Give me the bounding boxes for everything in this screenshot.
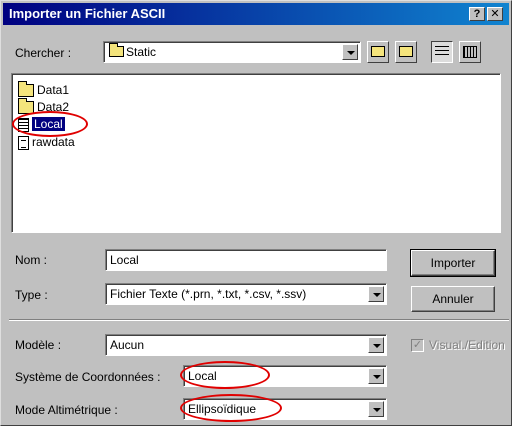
import-button[interactable]: Importer (410, 249, 496, 277)
new-folder-icon (399, 46, 413, 57)
list-item[interactable]: rawdata (18, 134, 75, 150)
coord-system-value: Local (188, 369, 217, 383)
file-name: Local (32, 117, 65, 131)
chevron-down-icon[interactable] (342, 44, 358, 60)
filetype-label: Type : (15, 288, 48, 302)
coord-system-label: Système de Coordonnées : (15, 370, 161, 384)
altimetric-dropdown[interactable]: Ellipsoïdique (183, 398, 387, 420)
up-folder-icon (371, 46, 385, 57)
import-ascii-dialog: Importer un Fichier ASCII ? ✕ Chercher :… (0, 0, 512, 426)
chevron-down-icon[interactable] (368, 337, 384, 353)
lookin-value: Static (126, 45, 157, 59)
text-file-icon (18, 135, 29, 150)
cancel-button[interactable]: Annuler (411, 286, 495, 312)
folder-icon (18, 81, 34, 98)
model-dropdown[interactable]: Aucun (105, 334, 387, 356)
divider (9, 319, 509, 321)
lookin-label: Chercher : (15, 46, 72, 60)
file-name: Data2 (37, 100, 70, 114)
visual-edition-label: Visual./Edition (429, 338, 505, 352)
model-value: Aucun (110, 338, 145, 352)
altimetric-label: Mode Altimétrique : (15, 403, 118, 417)
file-list[interactable]: Data1 Data2 Local rawdata (11, 73, 501, 233)
close-button[interactable]: ✕ (487, 7, 503, 21)
folder-icon (18, 98, 34, 115)
model-label: Modèle : (15, 338, 62, 352)
file-name: rawdata (32, 135, 75, 149)
grid-file-icon (18, 117, 29, 132)
lookin-dropdown[interactable]: Static (103, 41, 361, 63)
filetype-dropdown[interactable]: Fichier Texte (*.prn, *.txt, *.csv, *.ss… (105, 283, 387, 305)
list-view-button[interactable] (431, 41, 453, 63)
visual-edition-checkbox[interactable]: ✓ (411, 339, 424, 352)
window-title: Importer un Fichier ASCII (9, 6, 166, 21)
list-item[interactable]: Data1 (18, 81, 70, 98)
chevron-down-icon[interactable] (368, 368, 384, 384)
chevron-down-icon[interactable] (368, 401, 384, 417)
list-item[interactable]: Data2 (18, 98, 70, 115)
new-folder-button[interactable] (395, 41, 417, 63)
file-name: Data1 (37, 83, 70, 97)
title-bar: Importer un Fichier ASCII ? ✕ (3, 3, 509, 25)
filename-input[interactable]: Local (105, 249, 387, 271)
coord-system-dropdown[interactable]: Local (183, 365, 387, 387)
details-view-icon (463, 46, 477, 58)
list-view-icon (435, 46, 449, 58)
folder-icon (109, 43, 124, 57)
up-folder-button[interactable] (367, 41, 389, 63)
details-view-button[interactable] (459, 41, 481, 63)
help-button[interactable]: ? (469, 7, 485, 21)
chevron-down-icon[interactable] (368, 286, 384, 302)
altimetric-value: Ellipsoïdique (188, 402, 257, 416)
filetype-value: Fichier Texte (*.prn, *.txt, *.csv, *.ss… (110, 287, 307, 301)
filename-label: Nom : (15, 253, 48, 267)
list-item[interactable]: Local (18, 116, 65, 132)
